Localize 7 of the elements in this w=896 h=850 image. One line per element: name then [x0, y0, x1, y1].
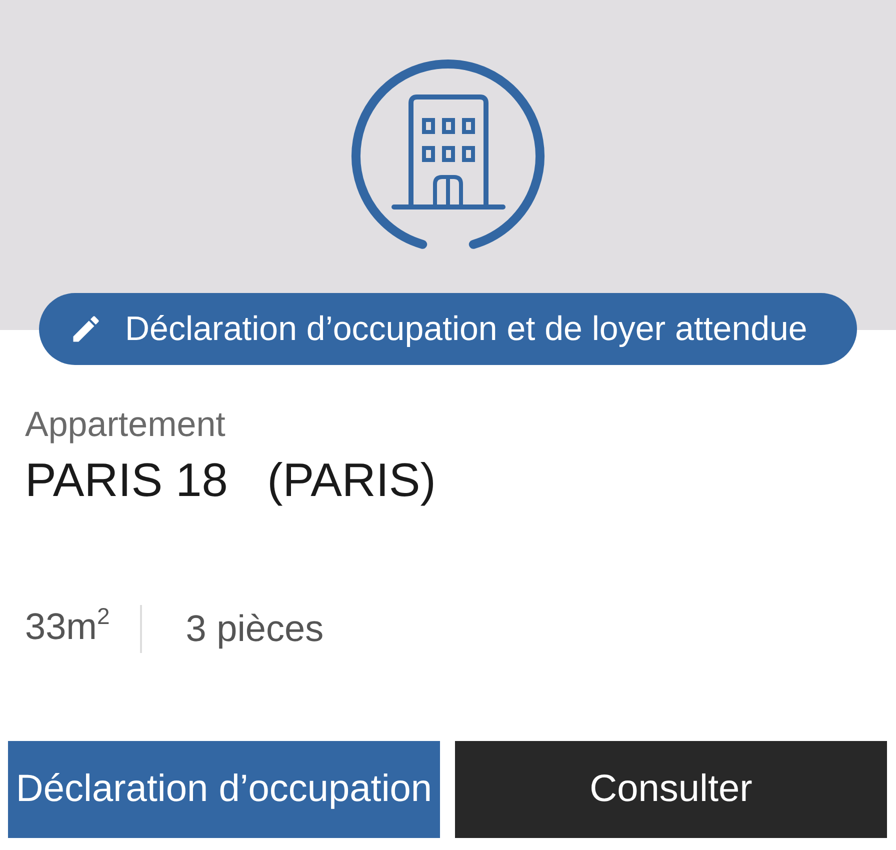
property-feature: 3 pièces — [186, 607, 324, 651]
declaration-button[interactable]: Déclaration d’occupation — [8, 741, 440, 838]
badge-text: Déclaration d’occupation et de loyer attendue — [125, 310, 808, 348]
property-feature: 33m$^{2}$ — [25, 605, 110, 649]
consult-button[interactable]: Consulter — [455, 741, 887, 838]
property-type: Appartement — [25, 405, 226, 445]
property-location: PARIS 18 (PARIS) — [25, 453, 436, 507]
